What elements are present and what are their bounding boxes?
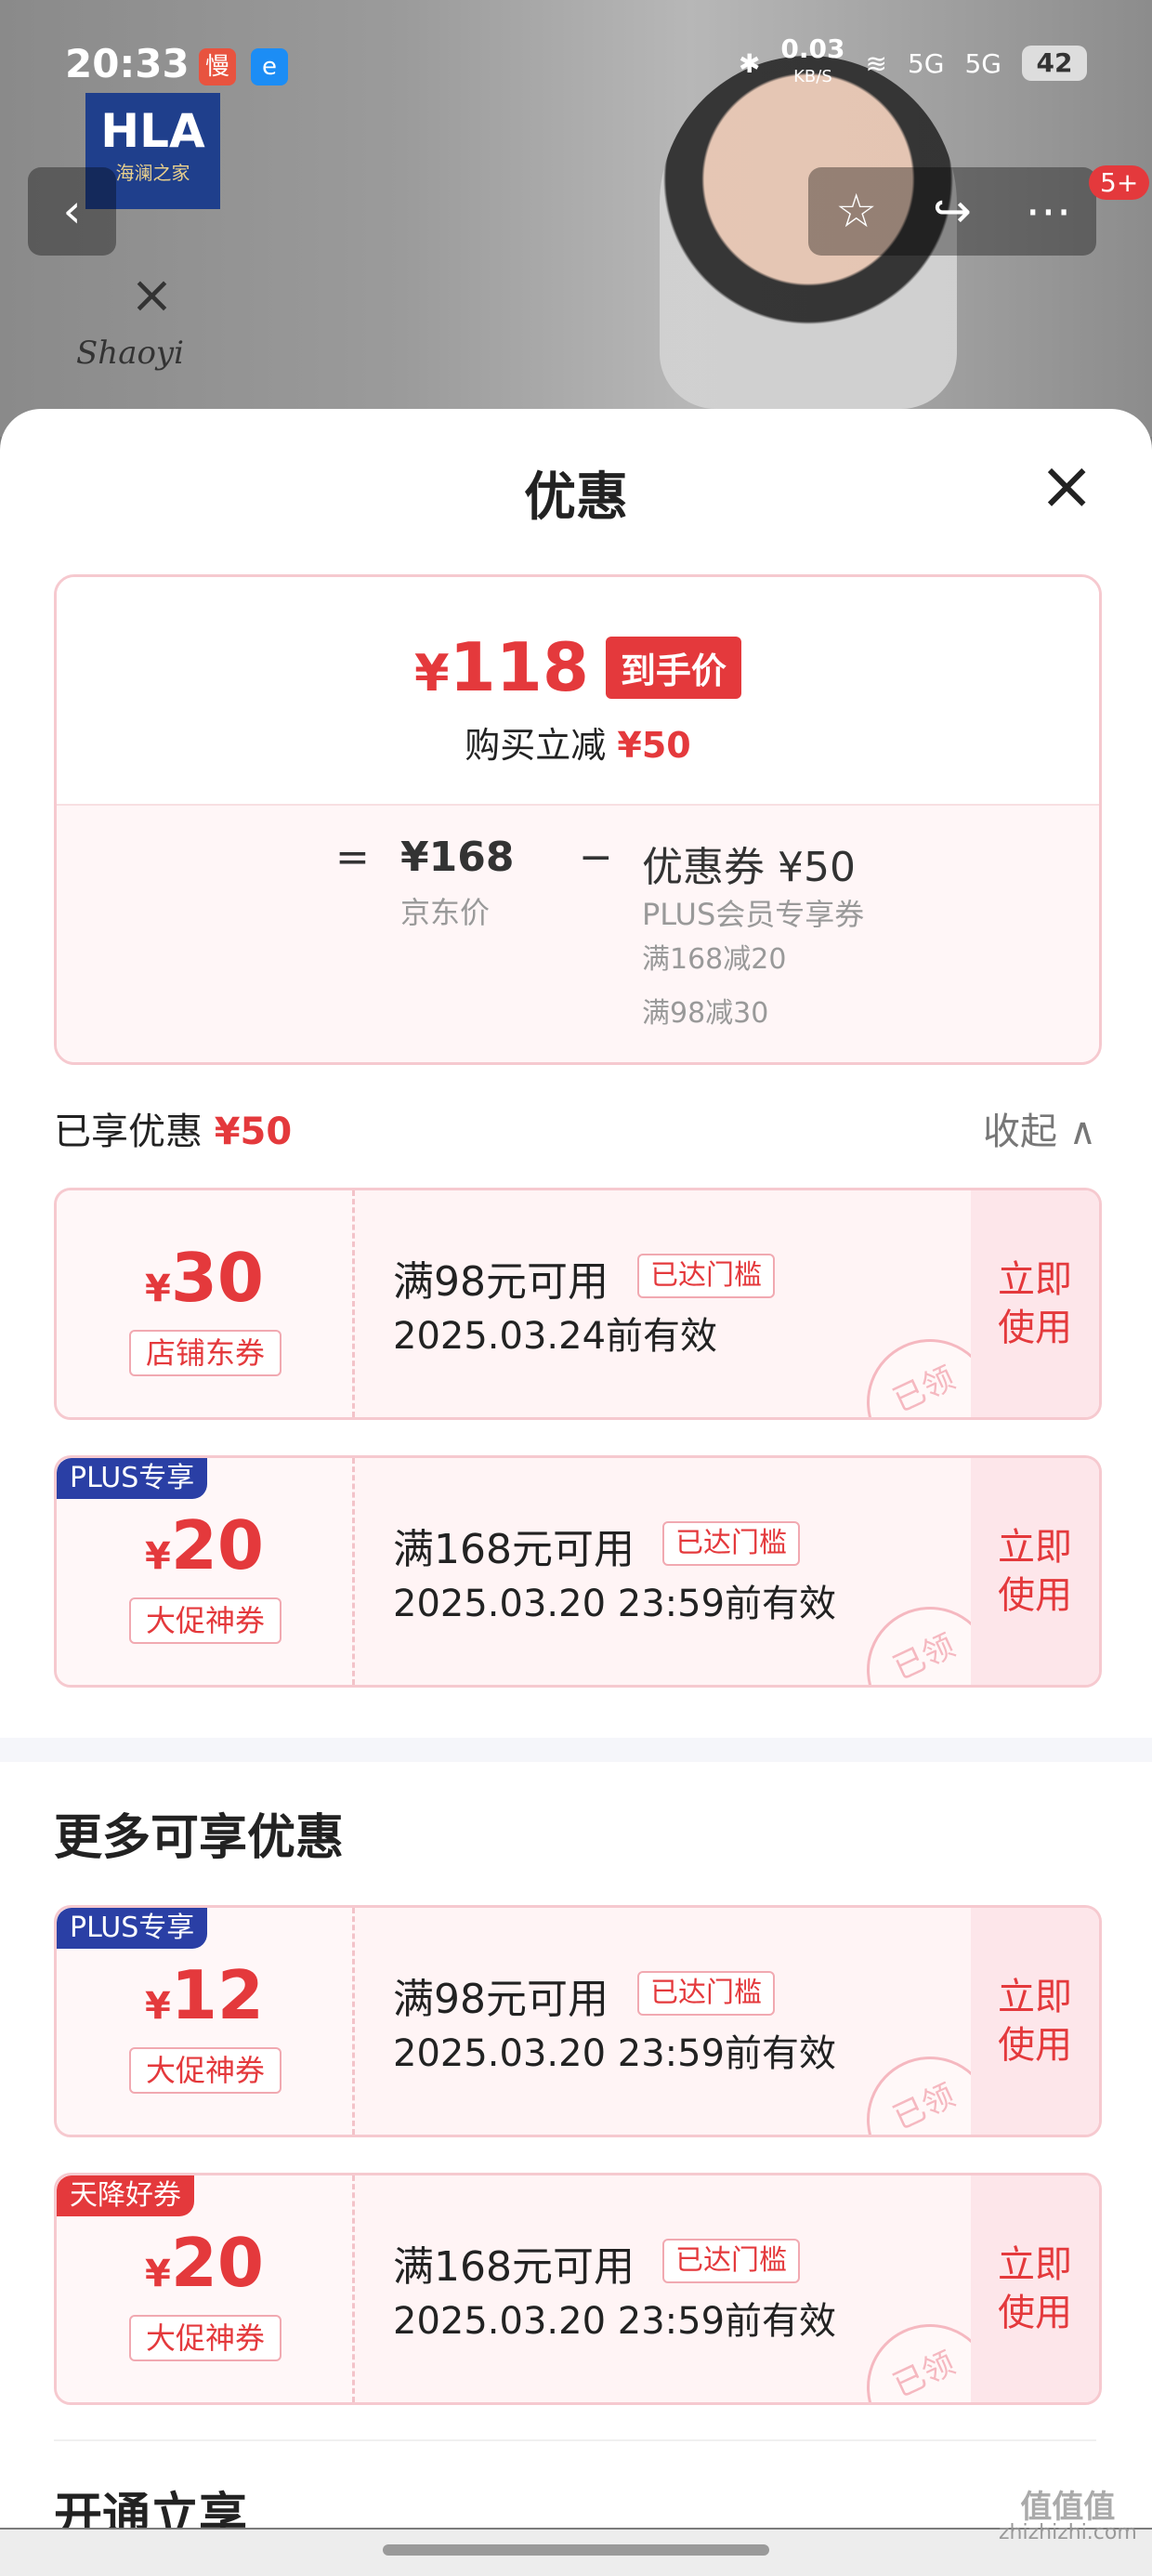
chevron-left-icon: ‹ xyxy=(62,184,82,238)
use-now-button[interactable]: 立即 使用 xyxy=(971,1908,1099,2135)
open-section-title: 开通立享 xyxy=(54,2489,248,2528)
section-divider xyxy=(0,1738,1152,1762)
coupon-validity: 2025.03.20 23:59前有效 xyxy=(393,2300,837,2343)
threshold-badge: 已达门槛 xyxy=(662,1521,800,1566)
coupon-value: ¥20 xyxy=(144,1506,265,1584)
coupon-condition: 满98元可用 xyxy=(393,1976,609,2023)
back-button[interactable]: ‹ xyxy=(28,167,116,256)
coupon-amount: 优惠券 ¥50 xyxy=(642,844,856,891)
top-action-bar: ☆ ↪ ⋯ xyxy=(808,167,1096,256)
discount-sheet: 优惠 × ¥118 到手价 购买立减 ¥50 = ¥168 京东价 − 优惠券 … xyxy=(0,409,1152,2528)
sheet-title: 优惠 xyxy=(524,467,628,528)
use-now-button[interactable]: 立即 使用 xyxy=(971,1458,1099,1685)
coupon-rule: 满98减30 xyxy=(642,997,769,1030)
coupon-condition: 满168元可用 xyxy=(393,1526,635,1573)
home-indicator[interactable] xyxy=(383,2544,769,2556)
status-time: 20:33 xyxy=(65,41,190,86)
threshold-badge: 已达门槛 xyxy=(637,1254,775,1298)
plus-exclusive-badge: PLUS专享 xyxy=(57,1458,208,1499)
net-speed: 0.03 KB/S xyxy=(780,33,845,87)
coupon-type: 大促神券 xyxy=(129,2047,281,2094)
coupon-condition: 满168元可用 xyxy=(393,2243,635,2291)
base-price: ¥168 xyxy=(400,834,515,881)
coupon-type: 大促神券 xyxy=(129,2315,281,2361)
cross-mark: × xyxy=(130,265,174,325)
message-badge: 5+ xyxy=(1089,165,1150,200)
coupon-value: ¥12 xyxy=(144,1956,265,2034)
battery-icon: 42 xyxy=(1022,46,1087,81)
final-price: ¥118 xyxy=(414,628,589,706)
coupon-card: ¥20 大促神券 PLUS专享 满168元可用 已达门槛 2025.03.20 … xyxy=(54,1455,1102,1688)
watermark: 值值值 zhizhizhi.com xyxy=(999,2489,1137,2544)
coupon-source: PLUS会员专享券 xyxy=(642,897,865,932)
price-summary: ¥118 到手价 购买立减 ¥50 = ¥168 京东价 − 优惠券 ¥50 P… xyxy=(54,574,1102,1065)
signal-icon: 5G xyxy=(907,47,945,79)
coupon-card: ¥20 大促神券 天降好券 满168元可用 已达门槛 2025.03.20 23… xyxy=(54,2173,1102,2405)
coupon-validity: 2025.03.20 23:59前有效 xyxy=(393,1583,837,1625)
app-notification-icon: e xyxy=(251,48,288,85)
more-discounts-title: 更多可享优惠 xyxy=(54,1810,345,1866)
coupon-card: ¥12 大促神券 PLUS专享 满98元可用 已达门槛 2025.03.20 2… xyxy=(54,1905,1102,2137)
section-divider xyxy=(54,2439,1096,2441)
coupon-type: 店铺东券 xyxy=(129,1330,281,1376)
status-icons: ✱ 0.03 KB/S ≋ 5G 5G 42 xyxy=(738,33,1087,89)
coupon-validity: 2025.03.20 23:59前有效 xyxy=(393,2032,837,2075)
status-bar: 20:33 慢 e ✱ 0.03 KB/S ≋ 5G 5G 42 xyxy=(0,0,1152,139)
more-icon[interactable]: ⋯ xyxy=(1004,167,1093,256)
threshold-badge: 已达门槛 xyxy=(637,1971,775,2016)
signature: Shaoyi xyxy=(76,335,185,372)
plus-exclusive-badge: PLUS专享 xyxy=(57,1908,208,1949)
enjoyed-discount: 已享优惠 ¥50 xyxy=(54,1111,293,1153)
use-now-button[interactable]: 立即 使用 xyxy=(971,2175,1099,2402)
coupon-rule: 满168减20 xyxy=(642,943,787,976)
coupon-value: ¥30 xyxy=(144,1239,265,1317)
signal-icon: 5G xyxy=(964,47,1001,79)
collapse-toggle[interactable]: 收起 ∧ xyxy=(983,1101,1096,1155)
share-icon[interactable]: ↪ xyxy=(908,167,996,256)
final-price-tag: 到手价 xyxy=(605,636,741,699)
base-price-label: 京东价 xyxy=(400,895,491,930)
use-now-button[interactable]: 立即 使用 xyxy=(971,1190,1099,1417)
star-icon[interactable]: ☆ xyxy=(812,167,900,256)
sky-coupon-badge: 天降好券 xyxy=(57,2175,194,2216)
coupon-type: 大促神券 xyxy=(129,1597,281,1644)
coupon-value: ¥20 xyxy=(144,2224,265,2302)
app-notification-icon: 慢 xyxy=(199,48,236,85)
threshold-badge: 已达门槛 xyxy=(662,2239,800,2283)
coupon-condition: 满98元可用 xyxy=(393,1258,609,1306)
coupon-card: ¥30 店铺东券 满98元可用 已达门槛 2025.03.24前有效 已领 立即… xyxy=(54,1188,1102,1420)
wifi-icon: ≋ xyxy=(865,47,887,79)
bluetooth-icon: ✱ xyxy=(738,47,761,79)
instant-reduction: 购买立减 ¥50 xyxy=(465,725,691,766)
close-icon[interactable]: × xyxy=(1039,452,1094,519)
coupon-validity: 2025.03.24前有效 xyxy=(393,1315,718,1358)
